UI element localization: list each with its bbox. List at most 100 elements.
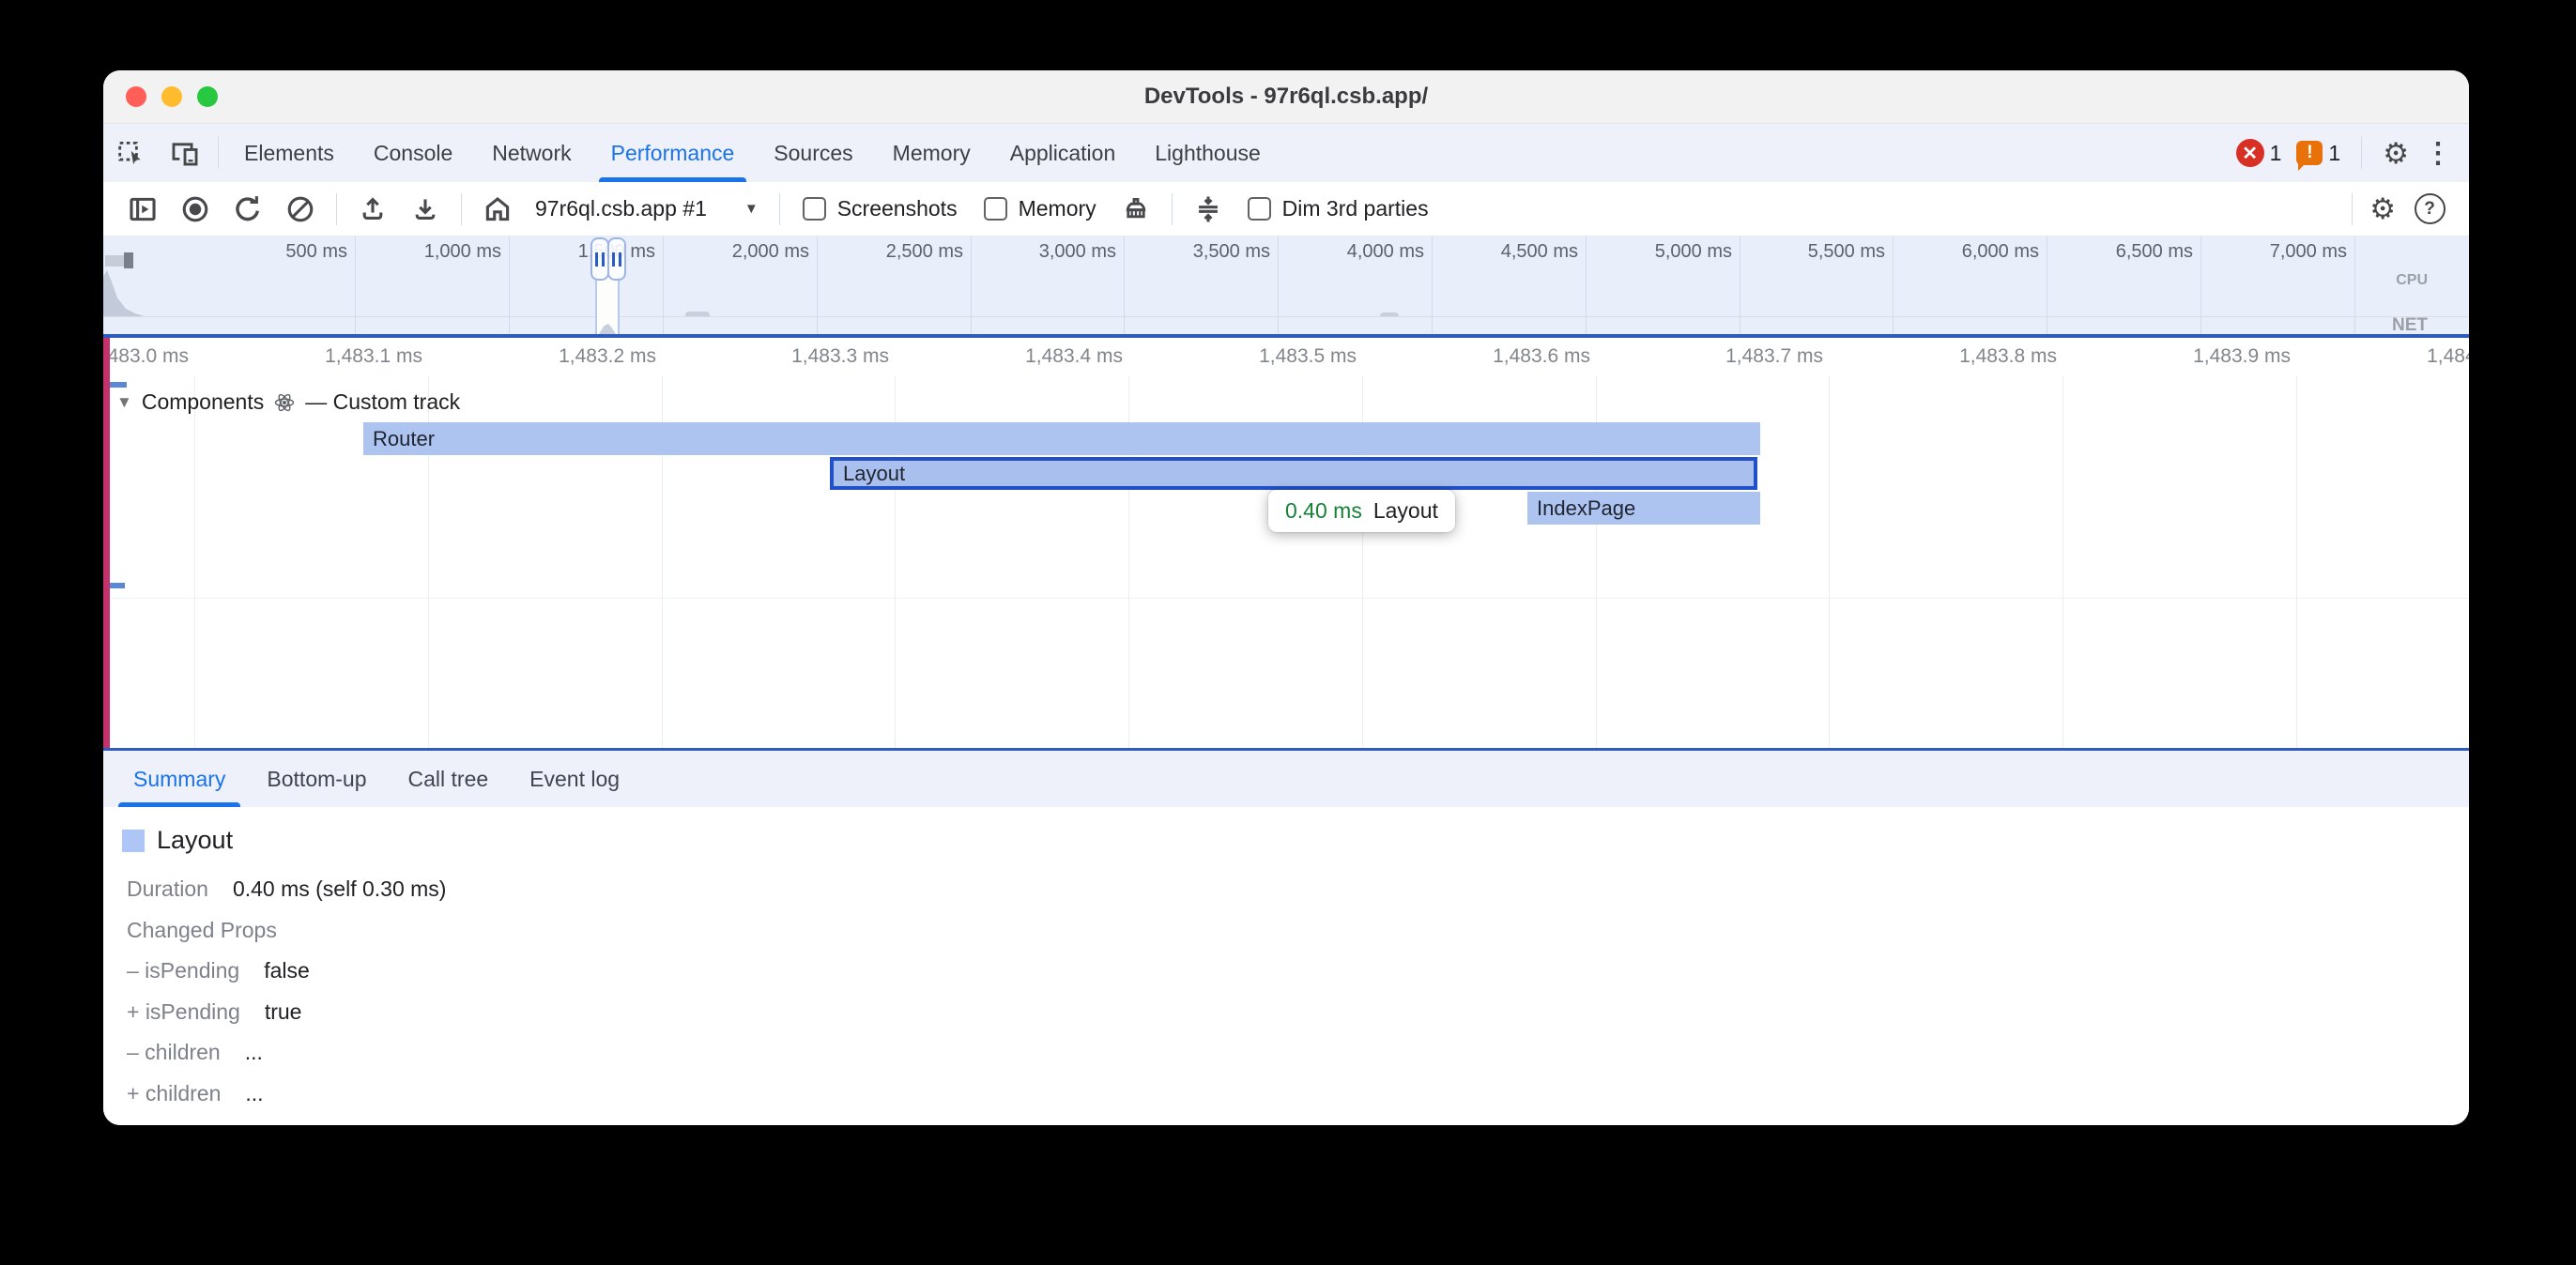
divider xyxy=(2352,193,2353,225)
tab-network[interactable]: Network xyxy=(472,124,590,182)
home-icon[interactable] xyxy=(473,189,522,230)
collect-garbage-icon[interactable] xyxy=(1112,189,1160,230)
selection-left-handle[interactable] xyxy=(590,237,609,281)
issues-badge[interactable]: ! 1 xyxy=(2296,141,2340,166)
timeline-overview[interactable]: 500 ms1,000 ms1,500 ms2,000 ms2,500 ms3,… xyxy=(103,236,2469,334)
ruler-tick-label: 1,483.7 ms xyxy=(1658,345,1823,368)
tab-event-log[interactable]: Event log xyxy=(509,751,640,807)
summary-row-value: ... xyxy=(245,1081,263,1106)
flame-bar-router[interactable]: Router xyxy=(363,422,1760,455)
tab-performance[interactable]: Performance xyxy=(591,124,755,182)
divider xyxy=(461,193,462,225)
checkbox-box[interactable] xyxy=(984,197,1007,221)
error-badge[interactable]: ✕ 1 xyxy=(2236,139,2282,167)
more-options-icon[interactable]: ⋮ xyxy=(2424,137,2452,170)
tab-lighthouse[interactable]: Lighthouse xyxy=(1135,124,1280,182)
tab-application[interactable]: Application xyxy=(990,124,1136,182)
track-divider xyxy=(103,598,2469,599)
clipped-bar-fragment xyxy=(109,583,125,588)
divider xyxy=(1172,193,1173,225)
selection-right-handle[interactable] xyxy=(607,237,626,281)
selection-cpu-bump xyxy=(599,324,616,334)
ruler-tick-label: 1,483.1 ms xyxy=(257,345,422,368)
devtools-tabbar: ElementsConsoleNetworkPerformanceSources… xyxy=(103,124,2469,182)
settings-gear-icon[interactable]: ⚙ xyxy=(2383,139,2409,168)
record-and-reload-icon[interactable] xyxy=(223,189,272,230)
download-profile-icon[interactable] xyxy=(401,189,450,230)
upload-profile-icon[interactable] xyxy=(348,189,397,230)
tab-elements[interactable]: Elements xyxy=(224,124,354,182)
ruler-tick-label: 1,483.0 ms xyxy=(103,345,189,368)
inspect-element-icon[interactable] xyxy=(103,124,158,182)
cpu-track-label: CPU xyxy=(2396,272,2428,289)
cpu-activity-bump xyxy=(1380,312,1399,316)
flame-bar-layout[interactable]: Layout xyxy=(830,457,1757,490)
track-subtitle: — Custom track xyxy=(305,389,460,415)
filmstrip-chip xyxy=(124,252,133,268)
components-track-header[interactable]: ▼ Components — Custom track xyxy=(116,389,460,415)
capture-settings-gear-icon[interactable]: ⚙ xyxy=(2369,194,2396,223)
divider xyxy=(218,137,219,169)
flame-gridline xyxy=(1829,375,1830,748)
performance-toolbar: 97r6ql.csb.app #1 ▼ Screenshots Memory xyxy=(103,182,2469,236)
tooltip-label: Layout xyxy=(1373,498,1438,524)
checkbox-label: Dim 3rd parties xyxy=(1282,196,1429,221)
summary-row-label: – isPending xyxy=(127,958,239,983)
collapse-sections-icon[interactable] xyxy=(1184,189,1233,230)
flame-chart-region: 1,483.0 ms 1,483.1 ms 1,483.2 ms 1,483.3 ms… xyxy=(103,338,2469,748)
memory-checkbox[interactable]: Memory xyxy=(973,196,1108,221)
ruler-tick-label: 1,483.2 ms xyxy=(491,345,656,368)
summary-row: – children... xyxy=(127,1032,446,1074)
cpu-activity-bump xyxy=(685,312,710,316)
checkbox-box[interactable] xyxy=(803,197,826,221)
error-icon: ✕ xyxy=(2236,139,2264,167)
summary-title-row: Layout xyxy=(122,826,233,855)
summary-event-name: Layout xyxy=(157,826,233,855)
issue-count: 1 xyxy=(2328,141,2340,166)
flame-gridline xyxy=(194,375,195,748)
minimap-tick-label: 7,000 ms xyxy=(2187,241,2347,263)
tab-summary[interactable]: Summary xyxy=(113,751,246,807)
screenshots-checkbox[interactable]: Screenshots xyxy=(791,196,969,221)
help-icon[interactable]: ? xyxy=(2405,189,2454,230)
summary-row: – isPendingfalse xyxy=(127,951,446,992)
react-atom-icon xyxy=(273,391,296,414)
minimap-tick-label: 5,500 ms xyxy=(1725,241,1885,263)
selection-window[interactable] xyxy=(595,274,620,334)
device-toolbar-icon[interactable] xyxy=(158,124,212,182)
tab-console[interactable]: Console xyxy=(354,124,472,182)
ruler-tick-label: 1,484.0 ms xyxy=(2359,345,2469,368)
cpu-activity-graph xyxy=(103,270,145,316)
divider xyxy=(779,193,780,225)
tab-bottom-up[interactable]: Bottom-up xyxy=(246,751,387,807)
collapse-triangle-icon[interactable]: ▼ xyxy=(116,393,132,412)
ruler-tick-label: 1,483.9 ms xyxy=(2125,345,2291,368)
tab-sources[interactable]: Sources xyxy=(754,124,872,182)
minimap-tick-label: 1,500 ms xyxy=(496,241,655,263)
summary-row-label: Duration xyxy=(127,876,208,902)
flame-gridline xyxy=(2062,375,2063,748)
flame-bar-indexpage[interactable]: IndexPage xyxy=(1527,492,1760,525)
timeline-marker-line xyxy=(103,338,110,748)
flame-chart[interactable]: ▼ Components — Custom track RouterLayout… xyxy=(103,375,2469,748)
tab-call-tree[interactable]: Call tree xyxy=(388,751,510,807)
summary-row: Changed Props xyxy=(127,910,446,952)
summary-row-value: true xyxy=(265,999,302,1025)
tab-memory[interactable]: Memory xyxy=(873,124,990,182)
minimap-tick-label: 3,500 ms xyxy=(1111,241,1270,263)
details-tabbar: SummaryBottom-upCall treeEvent log xyxy=(103,748,2469,807)
target-selector[interactable]: 97r6ql.csb.app #1 ▼ xyxy=(526,196,768,221)
tabbar-right: ✕ 1 ! 1 ⚙ ⋮ xyxy=(2236,124,2469,182)
summary-row-label: Changed Props xyxy=(127,918,277,943)
devtools-window: DevTools - 97r6ql.csb.app/ ElementsConso… xyxy=(103,70,2469,1125)
summary-panel: Layout Duration0.40 ms (self 0.30 ms)Cha… xyxy=(103,807,2469,1125)
ruler-tick-label: 1,483.8 ms xyxy=(1892,345,2057,368)
clear-icon[interactable] xyxy=(276,189,325,230)
target-label: 97r6ql.csb.app #1 xyxy=(535,196,707,221)
checkbox-box[interactable] xyxy=(1248,197,1271,221)
dim-3rd-parties-checkbox[interactable]: Dim 3rd parties xyxy=(1236,196,1440,221)
record-icon[interactable] xyxy=(171,189,220,230)
toggle-sidebar-icon[interactable] xyxy=(118,189,167,230)
ruler-tick-label: 1,483.3 ms xyxy=(724,345,889,368)
ruler-tick-label: 1,483.4 ms xyxy=(958,345,1123,368)
